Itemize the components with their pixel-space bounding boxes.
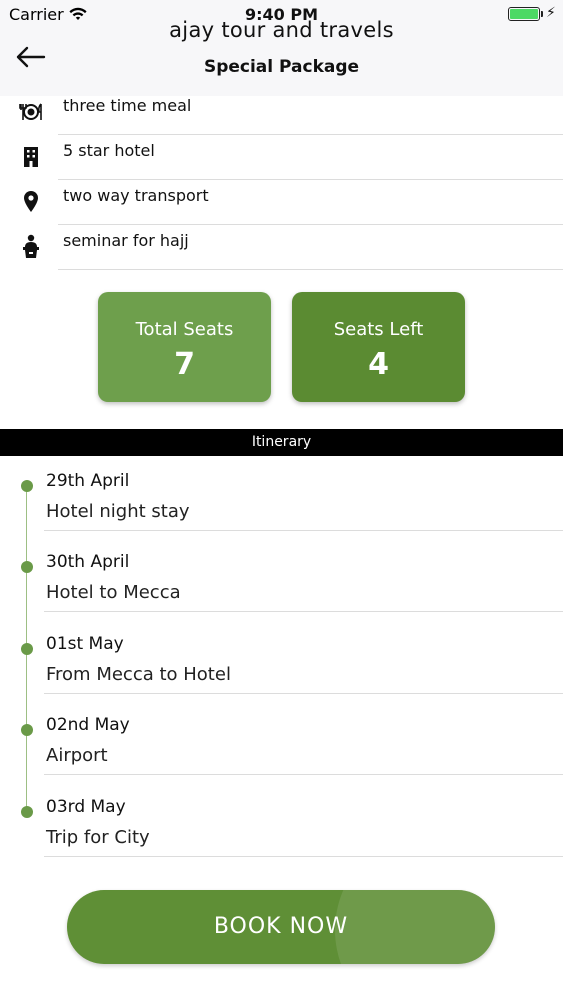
amenity-row: three time meal	[0, 90, 563, 135]
timeline-dot	[21, 643, 33, 655]
seats-left-label: Seats Left	[333, 319, 424, 340]
page-title: Special Package	[203, 57, 360, 77]
total-seats-label: Total Seats	[135, 319, 234, 340]
amenity-label: seminar for hajj	[63, 231, 189, 250]
location-pin-icon	[24, 191, 38, 212]
top-bar: Carrier 9:40 PM ⚡ ajay tour and travels …	[0, 0, 563, 96]
divider	[44, 693, 563, 694]
timeline-dot	[21, 561, 33, 573]
itinerary-item: 01st May From Mecca to Hotel	[0, 634, 563, 724]
button-decoration	[335, 890, 495, 964]
itinerary-date: 02nd May	[46, 715, 130, 735]
itinerary-item: 02nd May Airport	[0, 715, 563, 805]
itinerary-date: 01st May	[46, 634, 124, 654]
divider	[44, 856, 563, 857]
total-seats-value: 7	[174, 347, 195, 382]
itinerary-header: Itinerary	[0, 429, 563, 456]
itinerary-description: From Mecca to Hotel	[46, 664, 231, 685]
amenity-label: 5 star hotel	[63, 141, 155, 160]
amenity-row: 5 star hotel	[0, 135, 563, 180]
itinerary-item: 30th April Hotel to Mecca	[0, 552, 563, 642]
itinerary-date: 03rd May	[46, 797, 126, 817]
itinerary-item: 03rd May Trip for City	[0, 797, 563, 887]
book-now-button[interactable]: BOOK NOW	[67, 890, 495, 964]
meal-icon	[19, 103, 42, 120]
timeline-dot	[21, 724, 33, 736]
itinerary-item: 29th April Hotel night stay	[0, 471, 563, 561]
itinerary-description: Hotel to Mecca	[46, 582, 181, 603]
total-seats-card: Total Seats 7	[98, 292, 271, 402]
speaker-podium-icon	[23, 234, 39, 258]
book-now-label: BOOK NOW	[213, 914, 349, 939]
timeline-dot	[21, 806, 33, 818]
itinerary-date: 30th April	[46, 552, 130, 572]
battery-tip	[541, 11, 543, 17]
divider	[44, 530, 563, 531]
amenity-row: two way transport	[0, 180, 563, 225]
amenity-label: two way transport	[63, 186, 209, 205]
hotel-building-icon	[24, 147, 38, 167]
itinerary-description: Airport	[46, 745, 108, 766]
app-title: ajay tour and travels	[169, 18, 394, 42]
amenity-label: three time meal	[63, 96, 192, 115]
seats-left-value: 4	[368, 347, 389, 382]
timeline-dot	[21, 480, 33, 492]
divider	[44, 611, 563, 612]
itinerary-description: Hotel night stay	[46, 501, 190, 522]
seats-left-card: Seats Left 4	[292, 292, 465, 402]
amenity-row: seminar for hajj	[0, 225, 563, 270]
itinerary-date: 29th April	[46, 471, 130, 491]
divider	[44, 774, 563, 775]
itinerary-description: Trip for City	[46, 827, 150, 848]
divider	[58, 269, 563, 270]
